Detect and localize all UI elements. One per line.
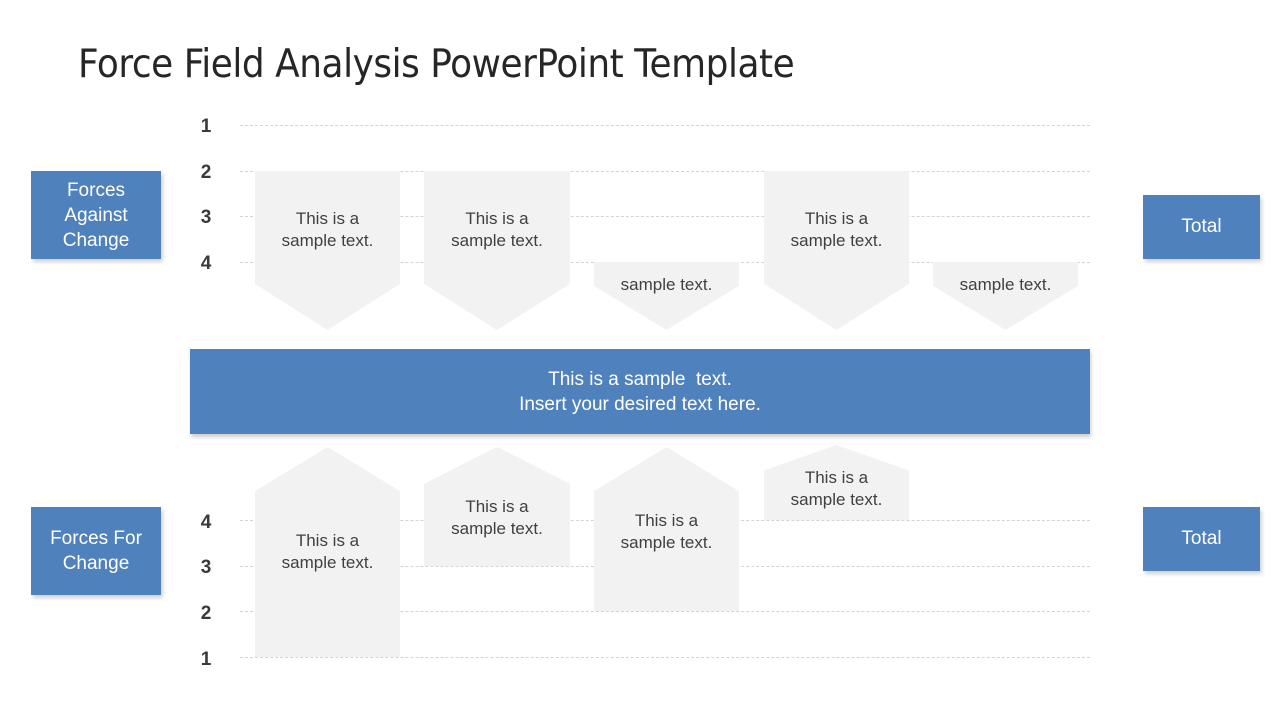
against-arrow-2: This is a sample text.: [424, 171, 570, 330]
tick-for-2: 2: [200, 603, 212, 624]
against-arrow-4: This is a sample text.: [764, 171, 909, 330]
for-arrow-3: This is a sample text.: [594, 447, 739, 611]
for-arrow-1: This is a sample text.: [255, 447, 400, 657]
against-arrow-3-text: sample text.: [620, 275, 713, 294]
gridline-against-1: [240, 125, 1090, 126]
for-arrow-1-text: This is a sample text.: [281, 531, 374, 572]
total-against-label: Total: [1181, 216, 1222, 237]
against-arrow-1: This is a sample text.: [255, 171, 400, 330]
forces-against-label: Forces Against Change: [31, 171, 161, 259]
total-for-box: Total: [1143, 507, 1260, 571]
for-arrow-4-text: This is a sample text.: [790, 468, 883, 509]
tick-against-4: 4: [200, 253, 212, 274]
against-arrow-2-text: This is a sample text.: [451, 209, 543, 250]
slide-title: Force Field Analysis PowerPoint Template: [78, 42, 795, 87]
for-arrow-2-text: This is a sample text.: [451, 497, 543, 538]
against-arrow-3: sample text.: [594, 262, 739, 330]
total-against-box: Total: [1143, 195, 1260, 259]
tick-for-3: 3: [200, 557, 212, 578]
tick-for-1: 1: [200, 649, 212, 670]
for-arrow-3-text: This is a sample text.: [620, 511, 713, 552]
tick-against-1: 1: [200, 116, 212, 137]
gridline-for-1: [240, 657, 1090, 658]
against-arrow-1-text: This is a sample text.: [281, 209, 374, 250]
center-line-1: This is a sample text.: [548, 368, 732, 390]
tick-against-3: 3: [200, 207, 212, 228]
tick-for-4: 4: [200, 512, 212, 533]
against-arrow-5-text: sample text.: [959, 275, 1052, 294]
tick-against-2: 2: [200, 162, 212, 183]
center-line-2: Insert your desired text here.: [519, 393, 761, 415]
against-arrow-4-text: This is a sample text.: [790, 209, 883, 250]
total-for-label: Total: [1181, 528, 1222, 549]
forces-for-label: Forces For Change: [31, 507, 161, 595]
for-arrow-2: This is a sample text.: [424, 447, 570, 566]
center-statement: This is a sample text. Insert your desir…: [190, 349, 1090, 434]
for-arrow-4: This is a sample text.: [764, 445, 909, 520]
against-arrow-5: sample text.: [933, 262, 1078, 330]
